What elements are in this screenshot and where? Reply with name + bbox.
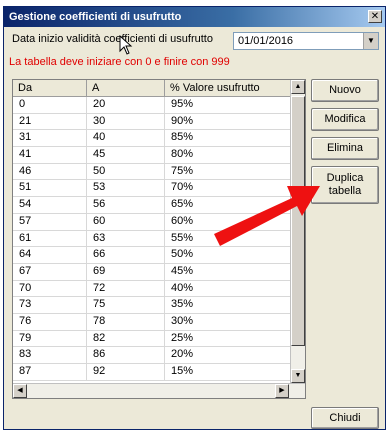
table-row[interactable]: 41 45 80%: [13, 147, 291, 164]
table-cell[interactable]: 20%: [165, 347, 291, 364]
warning-text: La tabella deve iniziare con 0 e finire …: [9, 56, 230, 68]
scroll-up-icon[interactable]: ▲: [291, 80, 305, 94]
table-cell[interactable]: 20: [87, 97, 165, 113]
date-label: Data inizio validità coefficienti di usu…: [12, 33, 213, 45]
table-header: Da A % Valore usufrutto: [13, 80, 291, 97]
table-row[interactable]: 79 82 25%: [13, 330, 291, 348]
modifica-button[interactable]: Modifica: [311, 108, 379, 131]
chevron-down-icon[interactable]: ▼: [363, 33, 378, 49]
title-bar: Gestione coefficienti di usufrutto ✕: [4, 7, 385, 27]
table-cell[interactable]: 87: [13, 364, 87, 380]
table-cell[interactable]: 0: [13, 97, 87, 113]
table-row[interactable]: 76 78 30%: [13, 313, 291, 331]
elimina-button[interactable]: Elimina: [311, 137, 379, 160]
table-cell[interactable]: 73: [13, 297, 87, 314]
table-cell[interactable]: 30: [87, 113, 165, 130]
table-cell[interactable]: 45%: [165, 263, 291, 280]
table-cell[interactable]: 21: [13, 113, 87, 130]
nuovo-label: Nuovo: [329, 84, 361, 96]
table-cell[interactable]: 50: [87, 163, 165, 180]
table-cell[interactable]: 61: [13, 230, 87, 247]
table-cell[interactable]: 46: [13, 163, 87, 180]
table-cell[interactable]: 66: [87, 247, 165, 264]
duplica-label-line2: tabella: [328, 185, 362, 197]
table-cell[interactable]: 40: [87, 130, 165, 147]
modifica-label: Modifica: [324, 113, 366, 125]
table-row[interactable]: 21 30 90%: [13, 113, 291, 131]
date-value: 01/01/2016: [238, 35, 294, 47]
close-button[interactable]: ✕: [368, 10, 382, 23]
table-cell[interactable]: 53: [87, 180, 165, 197]
elimina-label: Elimina: [326, 142, 364, 154]
nuovo-button[interactable]: Nuovo: [311, 79, 379, 102]
table-cell[interactable]: 90%: [165, 113, 291, 130]
table-row[interactable]: 70 72 40%: [13, 280, 291, 298]
usufrutto-window: Gestione coefficienti di usufrutto ✕ Dat…: [3, 6, 386, 430]
table-cell[interactable]: 60: [87, 213, 165, 230]
column-header-da[interactable]: Da: [13, 80, 87, 96]
table-row[interactable]: 67 69 45%: [13, 263, 291, 281]
table-cell[interactable]: 85%: [165, 130, 291, 147]
mouse-cursor-icon: [119, 35, 133, 55]
window-title: Gestione coefficienti di usufrutto: [9, 11, 182, 23]
table-cell[interactable]: 31: [13, 130, 87, 147]
table-cell[interactable]: 95%: [165, 97, 291, 113]
table-cell[interactable]: 30%: [165, 313, 291, 330]
scroll-left-icon[interactable]: ◀: [13, 384, 27, 398]
red-arrow-annotation: [214, 186, 320, 246]
table-cell[interactable]: 83: [13, 347, 87, 364]
table-cell[interactable]: 69: [87, 263, 165, 280]
table-cell[interactable]: 70: [13, 280, 87, 297]
table-cell[interactable]: 57: [13, 213, 87, 230]
table-cell[interactable]: 92: [87, 364, 165, 380]
table-cell[interactable]: 64: [13, 247, 87, 264]
duplica-label-line1: Duplica: [326, 172, 364, 184]
chiudi-label: Chiudi: [329, 411, 361, 424]
table-row[interactable]: 0 20 95%: [13, 97, 291, 114]
column-header-valore[interactable]: % Valore usufrutto: [165, 80, 291, 96]
table-row[interactable]: 87 92 15%: [13, 364, 291, 381]
table-cell[interactable]: 15%: [165, 364, 291, 380]
table-cell[interactable]: 72: [87, 280, 165, 297]
table-row[interactable]: 73 75 35%: [13, 297, 291, 314]
scroll-right-icon[interactable]: ▶: [275, 384, 289, 398]
table-cell[interactable]: 76: [13, 313, 87, 330]
table-row[interactable]: 31 40 85%: [13, 130, 291, 148]
table-cell[interactable]: 75%: [165, 163, 291, 180]
scroll-down-icon[interactable]: ▼: [291, 369, 305, 383]
table-cell[interactable]: 54: [13, 197, 87, 214]
table-cell[interactable]: 80%: [165, 147, 291, 164]
table-cell[interactable]: 25%: [165, 330, 291, 347]
date-select[interactable]: 01/01/2016 ▼: [233, 32, 379, 50]
chiudi-button[interactable]: Chiudi: [311, 407, 379, 429]
table-row[interactable]: 83 86 20%: [13, 347, 291, 364]
table-cell[interactable]: 35%: [165, 297, 291, 314]
table-cell[interactable]: 40%: [165, 280, 291, 297]
table-cell[interactable]: 82: [87, 330, 165, 347]
column-header-a[interactable]: A: [87, 80, 165, 96]
table-cell[interactable]: 78: [87, 313, 165, 330]
close-icon: ✕: [370, 11, 380, 22]
table-cell[interactable]: 51: [13, 180, 87, 197]
horizontal-scrollbar[interactable]: ◀ ▶: [13, 383, 305, 398]
table-row[interactable]: 46 50 75%: [13, 163, 291, 181]
table-cell[interactable]: 75: [87, 297, 165, 314]
table-cell[interactable]: 63: [87, 230, 165, 247]
table-cell[interactable]: 86: [87, 347, 165, 364]
table-cell[interactable]: 67: [13, 263, 87, 280]
table-cell[interactable]: 45: [87, 147, 165, 164]
table-cell[interactable]: 79: [13, 330, 87, 347]
table-cell[interactable]: 56: [87, 197, 165, 214]
table-cell[interactable]: 41: [13, 147, 87, 164]
